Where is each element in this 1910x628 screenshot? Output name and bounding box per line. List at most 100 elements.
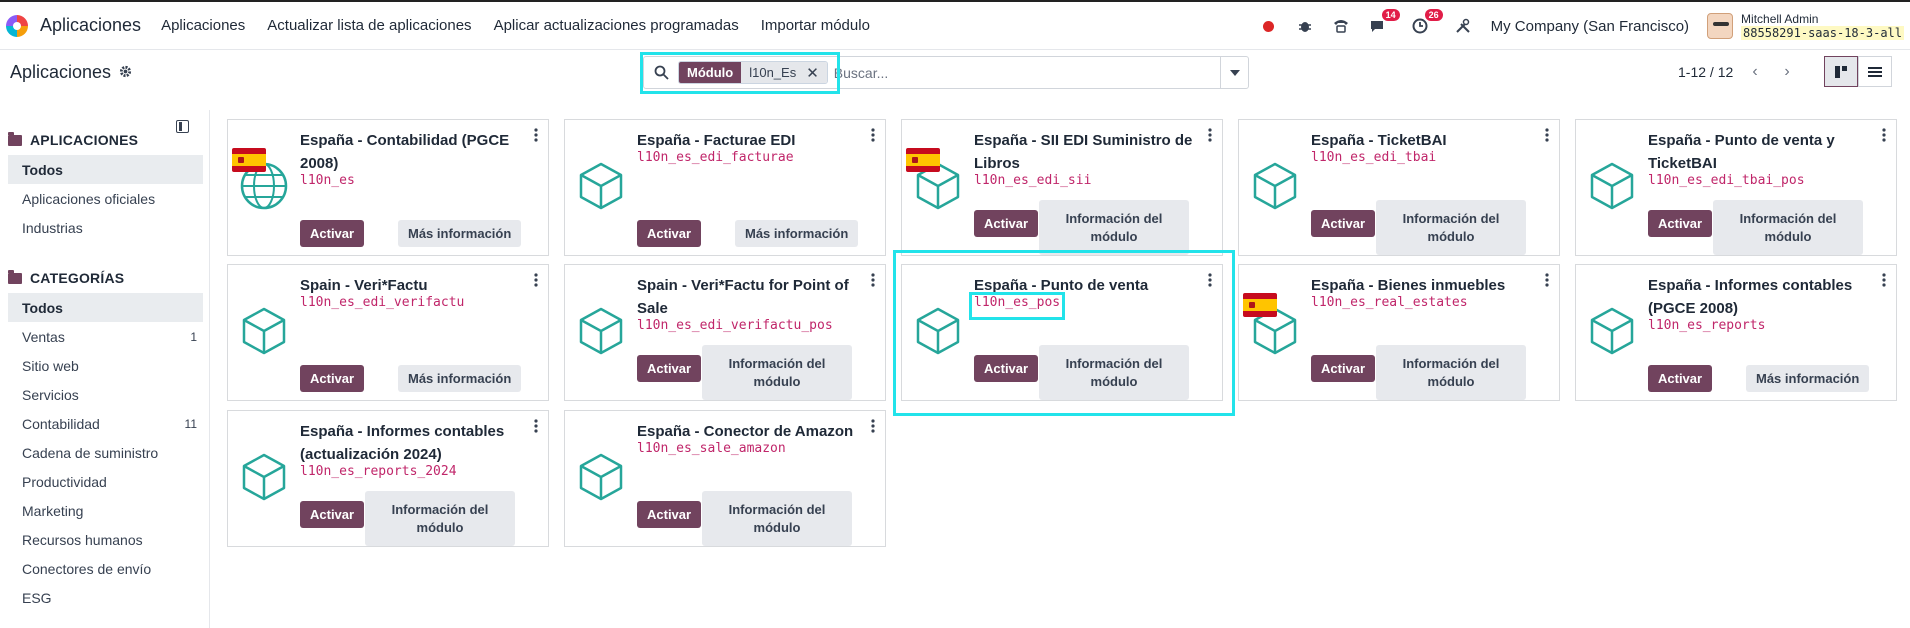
activate-button[interactable]: Activar [1311,355,1376,382]
pager-previous-icon[interactable]: ‹ [1740,57,1770,87]
category-esg[interactable]: ESG [0,583,209,612]
category-accounting[interactable]: Contabilidad 11 [0,409,209,438]
app-card[interactable]: España - Punto de venta l10n_es_pos Activa… [901,264,1223,401]
module-info-button[interactable]: Información del módulo [1376,200,1526,255]
card-menu-icon[interactable] [1882,273,1888,290]
search-input[interactable] [833,64,1220,81]
kanban-view-icon[interactable] [1824,56,1858,87]
phone-icon[interactable] [1330,15,1352,37]
pager-next-icon[interactable]: › [1772,57,1802,87]
card-menu-icon[interactable] [1882,128,1888,145]
cube-icon [573,158,629,214]
activate-button[interactable]: Activar [637,501,702,528]
module-info-button[interactable]: Información del módulo [702,345,852,400]
app-card[interactable]: Spain - Veri*Factu for Point of Sale l10n… [564,264,886,401]
app-card[interactable]: España - Informes contables (PGCE 2008) l… [1575,264,1897,401]
activate-button[interactable]: Activar [637,220,702,247]
collapse-panel-icon[interactable] [176,120,189,133]
app-card[interactable]: España - SII EDI Suministro de Libros l10… [901,119,1223,256]
module-info-button[interactable]: Información del módulo [1376,345,1526,400]
list-view-icon[interactable] [1858,56,1892,87]
cube-icon [573,303,629,359]
app-card[interactable]: España - TicketBAI l10n_es_edi_tbai Activa… [1238,119,1560,256]
gear-icon[interactable] [119,65,132,81]
app-title: España - Contabilidad (PGCE 2008) [300,132,510,172]
activate-button[interactable]: Activar [300,220,365,247]
category-sales[interactable]: Ventas 1 [0,322,209,351]
module-info-button[interactable]: Información del módulo [365,491,515,546]
user-menu[interactable]: Mitchell Admin 88558291-saas-18-3-all [1741,12,1904,40]
card-menu-icon[interactable] [871,419,877,436]
card-menu-icon[interactable] [871,128,877,145]
activities-clock-icon[interactable]: 26 [1409,9,1443,37]
activate-button[interactable]: Activar [637,355,702,382]
user-avatar[interactable] [1707,13,1734,39]
search-options-toggle[interactable] [1220,57,1248,88]
card-menu-icon[interactable] [1208,128,1214,145]
debug-bug-icon[interactable] [1294,15,1316,37]
filter-industries[interactable]: Industrias [0,213,209,242]
card-menu-icon[interactable] [1545,128,1551,145]
menu-apply-scheduled-upgrades[interactable]: Aplicar actualizaciones programadas [494,17,739,34]
menu-update-apps-list[interactable]: Actualizar lista de aplicaciones [267,17,471,34]
remove-facet-icon[interactable]: ✕ [804,62,827,83]
category-shipping-connectors[interactable]: Conectores de envío [0,554,209,583]
card-menu-icon[interactable] [871,273,877,290]
category-productivity[interactable]: Productividad [0,467,209,496]
messages-badge: 14 [1381,9,1400,21]
activate-button[interactable]: Activar [1311,210,1376,237]
database-name: 88558291-saas-18-3-all [1741,26,1904,40]
technical-name: l10n_es [300,173,355,188]
category-supply-chain[interactable]: Cadena de suministro [0,438,209,467]
company-switcher[interactable]: My Company (San Francisco) [1491,18,1689,35]
app-card[interactable]: Spain - Veri*Factu l10n_es_edi_verifactu A… [227,264,549,401]
search-facet: Módulo l10n_Es ✕ [678,61,828,84]
messages-icon[interactable]: 14 [1366,9,1400,37]
category-human-resources[interactable]: Recursos humanos [0,525,209,554]
filter-label: Industrias [22,219,83,236]
card-menu-icon[interactable] [534,273,540,290]
category-count: 1 [190,329,197,344]
app-card[interactable]: España - Conector de Amazon l10n_es_sale_… [564,410,886,547]
card-menu-icon[interactable] [1545,273,1551,290]
filter-official-apps[interactable]: Aplicaciones oficiales [0,184,209,213]
pager-value[interactable]: 1-12 / 12 [1678,64,1733,80]
activate-button[interactable]: Activar [974,355,1039,382]
app-card[interactable]: España - Punto de venta y TicketBAI l10n_… [1575,119,1897,256]
app-card[interactable]: España - Contabilidad (PGCE 2008) l10n_es… [227,119,549,256]
activate-button[interactable]: Activar [1648,365,1713,392]
menu-apps[interactable]: Aplicaciones [161,17,245,34]
activate-button[interactable]: Activar [300,501,365,528]
card-menu-icon[interactable] [1208,273,1214,290]
category-label: Productividad [22,473,107,490]
apps-menu-icon[interactable] [4,13,30,39]
activate-button[interactable]: Activar [300,365,365,392]
card-menu-icon[interactable] [534,419,540,436]
category-label: ESG [22,589,52,606]
recording-icon[interactable] [1258,15,1280,37]
more-info-button[interactable]: Más información [1746,365,1870,392]
category-website[interactable]: Sitio web [0,351,209,380]
module-info-button[interactable]: Información del módulo [702,491,852,546]
activate-button[interactable]: Activar [974,210,1039,237]
app-card[interactable]: España - Informes contables (actualizaci… [227,410,549,547]
category-services[interactable]: Servicios [0,380,209,409]
more-info-button[interactable]: Más información [398,365,522,392]
app-card[interactable]: España - Bienes inmuebles l10n_es_real_es… [1238,264,1560,401]
card-menu-icon[interactable] [534,128,540,145]
app-card[interactable]: España - Facturae EDI l10n_es_edi_factura… [564,119,886,256]
module-info-button[interactable]: Información del módulo [1039,200,1189,255]
category-label: Todos [22,299,63,316]
category-all[interactable]: Todos [8,293,203,322]
menu-import-module[interactable]: Importar módulo [761,17,870,34]
filter-all-apps[interactable]: Todos [8,155,203,184]
more-info-button[interactable]: Más información [398,220,522,247]
technical-name: l10n_es_sale_amazon [637,441,786,456]
module-info-button[interactable]: Información del módulo [1039,345,1189,400]
activate-button[interactable]: Activar [1648,210,1713,237]
tools-icon[interactable] [1452,15,1474,37]
module-info-button[interactable]: Información del módulo [1713,200,1863,255]
app-brand[interactable]: Aplicaciones [40,15,141,36]
category-marketing[interactable]: Marketing [0,496,209,525]
more-info-button[interactable]: Más información [735,220,859,247]
